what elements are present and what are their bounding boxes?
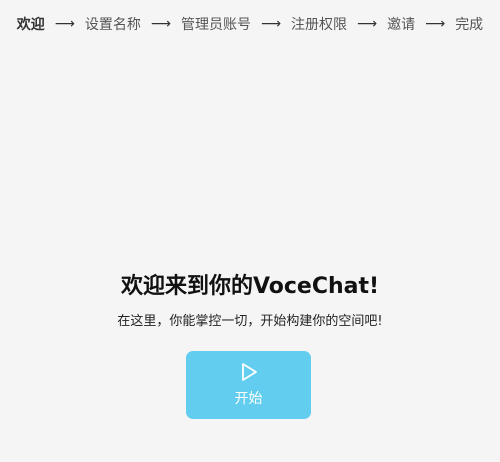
step-invite: 邀请 — [387, 17, 416, 33]
welcome-subtitle: 在这里，你能掌控一切，开始构建你的空间吧! — [117, 314, 383, 329]
step-registration-permission: 注册权限 — [291, 17, 348, 33]
step-done: 完成 — [455, 17, 484, 33]
step-welcome: 欢迎 — [16, 17, 45, 33]
welcome-title: 欢迎来到你的VoceChat! — [120, 274, 380, 299]
step-admin-account: 管理员账号 — [180, 17, 251, 33]
step-arrow-icon: ⟶ — [425, 16, 446, 32]
step-arrow-icon: ⟶ — [54, 16, 75, 32]
step-arrow-icon: ⟶ — [150, 16, 171, 32]
step-set-name: 设置名称 — [84, 17, 141, 33]
play-icon — [241, 363, 257, 381]
onboarding-steps: 欢迎 ⟶ 设置名称 ⟶ 管理员账号 ⟶ 注册权限 ⟶ 邀请 ⟶ 完成 — [0, 14, 500, 34]
step-arrow-icon: ⟶ — [260, 16, 282, 32]
start-button-label: 开始 — [234, 390, 263, 406]
step-arrow-icon: ⟶ — [357, 16, 378, 32]
start-button[interactable]: 开始 — [186, 351, 311, 419]
